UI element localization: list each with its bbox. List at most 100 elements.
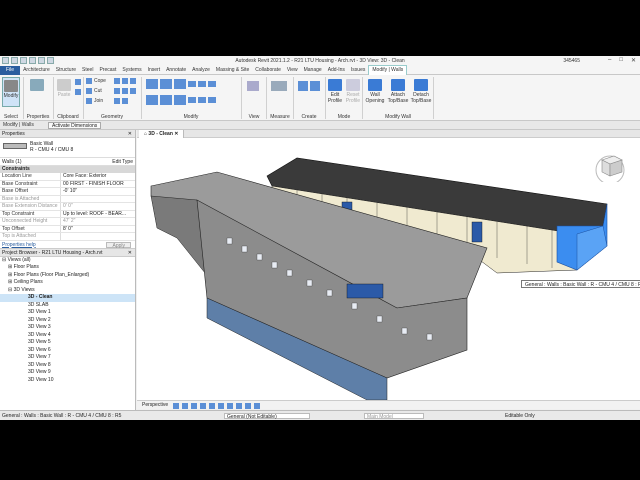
- tab-steel[interactable]: Steel: [79, 66, 96, 75]
- tree-item-selected[interactable]: 3D - Clean: [0, 294, 135, 302]
- tree-item[interactable]: 3D View 9: [0, 369, 135, 377]
- constraints-group[interactable]: Constraints: [0, 166, 135, 173]
- property-row[interactable]: Top Constraint Up to level: ROOF - BEAR..…: [0, 210, 135, 218]
- attach-top-base-button[interactable]: Attach Top/Base: [387, 77, 409, 107]
- tree-item[interactable]: 3D View 10: [0, 377, 135, 385]
- viewcube-icon[interactable]: [592, 146, 628, 182]
- detach-top-base-button[interactable]: Detach Top/Base: [410, 77, 432, 107]
- measure-panel-label: Measure: [270, 114, 290, 120]
- properties-header: Properties ✕: [0, 130, 135, 138]
- cut-button[interactable]: Cut: [86, 88, 102, 94]
- paste-button[interactable]: Paste: [55, 77, 73, 107]
- clipboard-panel-label: Clipboard: [57, 114, 79, 120]
- view-control-icons[interactable]: [173, 403, 260, 409]
- design-option-dropdown[interactable]: Main Model: [364, 413, 424, 420]
- perspective-label[interactable]: Perspective: [142, 401, 168, 410]
- align-move-tools[interactable]: [146, 79, 216, 89]
- tab-3d-clean[interactable]: ⌂ 3D - Clean ✕: [139, 130, 185, 138]
- tab-massing-site[interactable]: Massing & Site: [213, 66, 252, 75]
- tab-structure[interactable]: Structure: [53, 66, 79, 75]
- tree-item[interactable]: ⊟ Views (all): [0, 257, 135, 265]
- tab-systems[interactable]: Systems: [119, 66, 144, 75]
- 3d-viewport[interactable]: General : Walls : Basic Wall : R - CMU 4…: [137, 138, 640, 400]
- wall-opening-button[interactable]: Wall Opening: [365, 77, 385, 107]
- geometry-tools-2[interactable]: [114, 88, 136, 94]
- geometry-tools-3[interactable]: [114, 98, 128, 104]
- tab-insert[interactable]: Insert: [145, 66, 164, 75]
- tab-analyze[interactable]: Analyze: [189, 66, 213, 75]
- edit-profile-icon: [328, 79, 342, 91]
- tab-annotate[interactable]: Annotate: [163, 66, 189, 75]
- tree-item[interactable]: 3D View 4: [0, 332, 135, 340]
- tree-item[interactable]: 3D View 8: [0, 362, 135, 370]
- ribbon: Modify Select Properties Paste Clipboard…: [0, 75, 640, 121]
- window-title: Autodesk Revit 2021.1.2 - R21 LTU Housin…: [235, 58, 405, 64]
- close-icon[interactable]: ✕: [128, 249, 132, 257]
- tree-item[interactable]: ⊞ Floor Plans: [0, 264, 135, 272]
- create-tools[interactable]: [298, 81, 320, 91]
- property-row[interactable]: Top Offset 8' 0": [0, 225, 135, 233]
- tab-collaborate[interactable]: Collaborate: [252, 66, 284, 75]
- apply-button[interactable]: Apply: [106, 241, 131, 249]
- tree-item[interactable]: 3D View 3: [0, 324, 135, 332]
- close-icon[interactable]: ✕: [631, 57, 636, 64]
- edit-profile-button[interactable]: Edit Profile: [326, 77, 344, 107]
- status-bar: General : Walls : Basic Wall : R - CMU 4…: [0, 410, 640, 420]
- hide-element-button[interactable]: [247, 81, 259, 91]
- property-row[interactable]: Base Constraint 00 FIRST - FINISH FLOOR: [0, 180, 135, 188]
- tree-item[interactable]: 3D View 2: [0, 317, 135, 325]
- workset-dropdown[interactable]: General (Not Editable): [224, 413, 310, 420]
- view-panel-label: View: [248, 114, 260, 120]
- editable-only-toggle[interactable]: Editable Only: [505, 411, 535, 420]
- tree-item[interactable]: ⊞ Ceiling Plans: [0, 279, 135, 287]
- close-icon[interactable]: ✕: [128, 130, 132, 138]
- copy-small-icons[interactable]: [75, 79, 81, 85]
- instance-filter[interactable]: Walls (1) Edit Type: [0, 158, 135, 166]
- properties-help-link[interactable]: Properties help: [2, 242, 36, 248]
- edit-type-button[interactable]: Edit Type: [112, 158, 133, 166]
- type-selector[interactable]: Basic Wall R - CMU 4 / CMU 8: [0, 138, 135, 158]
- property-row: Unconnected Height 47' 2": [0, 218, 135, 226]
- tree-item[interactable]: 3D View 7: [0, 354, 135, 362]
- geometry-tools[interactable]: [114, 78, 136, 84]
- user-name[interactable]: 345465: [563, 58, 580, 64]
- activate-dimensions-button[interactable]: Activate Dimensions: [48, 122, 102, 129]
- tab-modify-walls[interactable]: Modify | Walls: [368, 65, 408, 75]
- building-model[interactable]: [137, 138, 640, 400]
- property-row[interactable]: Location Line Core Face: Exterior: [0, 173, 135, 181]
- reset-profile-button[interactable]: Reset Profile: [344, 77, 362, 107]
- tab-file[interactable]: File: [0, 65, 21, 75]
- measure-button[interactable]: [271, 81, 287, 91]
- rotate-mirror-tools[interactable]: [146, 95, 216, 105]
- view-tab-bar: ⌂ 3D - Clean ✕: [137, 130, 640, 138]
- cope-icon: [86, 78, 92, 84]
- tree-item[interactable]: 3D View 1: [0, 309, 135, 317]
- cope-button[interactable]: Cope: [86, 78, 106, 84]
- options-bar-label: Modify | Walls: [3, 122, 34, 128]
- options-bar: Modify | Walls Activate Dimensions: [0, 121, 640, 130]
- select-panel-label[interactable]: Select: [0, 114, 22, 120]
- window-controls[interactable]: – □ ✕: [608, 57, 636, 64]
- cut-small-icons[interactable]: [75, 89, 81, 95]
- tree-item[interactable]: 3D View 6: [0, 347, 135, 355]
- mode-panel: Edit Profile Reset Profile Mode: [326, 75, 362, 121]
- join-button[interactable]: Join: [86, 98, 103, 104]
- modify-wall-panel-label: Modify Wall: [385, 114, 411, 120]
- tree-item[interactable]: ⊟ 3D Views: [0, 287, 135, 295]
- minimize-icon[interactable]: –: [608, 57, 611, 64]
- tab-add-ins[interactable]: Add-Ins: [325, 66, 348, 75]
- select-panel: Modify Select: [0, 75, 22, 121]
- tab-issues[interactable]: Issues: [348, 66, 368, 75]
- tab-architecture[interactable]: Architecture: [20, 66, 53, 75]
- tab-manage[interactable]: Manage: [301, 66, 325, 75]
- tree-item[interactable]: 3D SLAB: [0, 302, 135, 310]
- maximize-icon[interactable]: □: [619, 57, 623, 64]
- property-row: Base is Attached: [0, 195, 135, 203]
- type-properties-button[interactable]: [28, 77, 46, 107]
- tree-item[interactable]: ⊞ Floor Plans (Floor Plan_Enlarged): [0, 272, 135, 280]
- tab-view[interactable]: View: [284, 66, 301, 75]
- tab-precast[interactable]: Precast: [96, 66, 119, 75]
- modify-button[interactable]: Modify: [2, 77, 20, 107]
- property-row[interactable]: Base Offset -0' 10": [0, 188, 135, 196]
- tree-item[interactable]: 3D View 5: [0, 339, 135, 347]
